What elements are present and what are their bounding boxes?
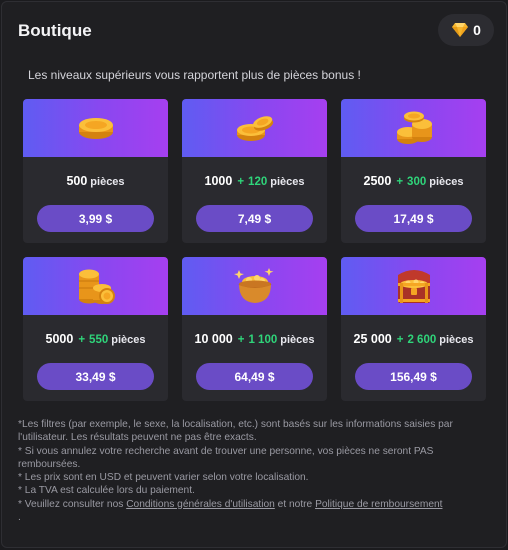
bonus-plus: + [237, 176, 245, 188]
package-header [182, 99, 327, 157]
bonus-plus: + [396, 176, 404, 188]
note-policies-suffix: . [18, 512, 21, 524]
note-policies-prefix: * Veuillez consulter nos [18, 498, 124, 510]
shop-panel: Boutique 0 Les niveaux supérieurs vous r… [1, 1, 507, 548]
bonus-coins: 550 [89, 334, 109, 346]
buy-button[interactable]: 17,49 $ [355, 205, 472, 232]
bonus-coins: 1 100 [248, 334, 278, 346]
package-card[interactable]: 2500 +300 pièces 17,49 $ [341, 99, 486, 243]
tall-coin-stacks-icon [76, 266, 116, 306]
coin-amount: 1000 +120 pièces [182, 174, 327, 188]
coin-amount: 500 pièces [23, 174, 168, 188]
coins-unit: pièces [439, 334, 474, 346]
bonus-plus: + [396, 334, 404, 346]
buy-button[interactable]: 156,49 $ [355, 363, 472, 390]
disclaimer-notes: *Les filtres (par exemple, le sexe, la l… [18, 418, 492, 524]
coins-unit: pièces [429, 176, 464, 188]
buy-button[interactable]: 33,49 $ [37, 363, 154, 390]
buy-button[interactable]: 3,99 $ [37, 205, 154, 232]
package-header [341, 257, 486, 315]
bonus-plus: + [78, 334, 86, 346]
package-header [23, 99, 168, 157]
diamond-icon [451, 22, 469, 38]
bonus-coins: 2 600 [407, 334, 437, 346]
package-card[interactable]: 10 000 +1 100 pièces 64,49 $ [182, 257, 327, 401]
treasure-chest-icon [394, 267, 434, 305]
coin-amount: 2500 +300 pièces [341, 174, 486, 188]
coin-pot-icon [233, 266, 277, 306]
page-title: Boutique [18, 21, 92, 40]
coin-amount: 25 000 +2 600 pièces [341, 332, 486, 346]
note-refund: * Si vous annulez votre recherche avant … [18, 445, 434, 470]
package-card[interactable]: 1000 +120 pièces 7,49 $ [182, 99, 327, 243]
terms-link[interactable]: Conditions générales d'utilisation [126, 499, 275, 510]
base-coins: 10 000 [194, 332, 233, 346]
refund-policy-link[interactable]: Politique de remboursement [315, 499, 442, 510]
single-coin-stack-icon [76, 113, 116, 143]
bonus-coins: 120 [248, 176, 268, 188]
bonus-info-text: Les niveaux supérieurs vous rapportent p… [28, 68, 361, 82]
coin-amount: 5000 +550 pièces [23, 332, 168, 346]
package-header [182, 257, 327, 315]
package-grid: 500 pièces 3,99 $ 1000 + 120 pièces 7,49… [23, 99, 486, 401]
coins-unit: pièces [90, 176, 125, 188]
base-coins: 500 [66, 174, 88, 188]
balance-count: 0 [473, 22, 481, 38]
package-header [23, 257, 168, 315]
note-policies-middle: et notre [277, 498, 313, 510]
coins-unit: pièces [280, 334, 315, 346]
coin-balance-badge[interactable]: 0 [438, 14, 494, 46]
coin-amount: 10 000 +1 100 pièces [182, 332, 327, 346]
package-card[interactable]: 5000 +550 pièces 33,49 $ [23, 257, 168, 401]
bonus-plus: + [237, 334, 245, 346]
note-policies: * Veuillez consulter nos Conditions géné… [18, 498, 492, 525]
package-card[interactable]: 25 000 +2 600 pièces 156,49 $ [341, 257, 486, 401]
bonus-coins: 300 [407, 176, 427, 188]
base-coins: 1000 [204, 174, 233, 188]
buy-button[interactable]: 7,49 $ [196, 205, 313, 232]
base-coins: 5000 [45, 332, 74, 346]
package-header [341, 99, 486, 157]
two-coins-icon [234, 111, 276, 145]
buy-button[interactable]: 64,49 $ [196, 363, 313, 390]
note-currency: * Les prix sont en USD et peuvent varier… [18, 472, 309, 484]
coins-unit: pièces [270, 176, 305, 188]
coin-stacks-icon [394, 110, 434, 146]
note-filters: *Les filtres (par exemple, le sexe, la l… [18, 419, 453, 444]
base-coins: 25 000 [353, 332, 392, 346]
package-card[interactable]: 500 pièces 3,99 $ [23, 99, 168, 243]
note-vat: * La TVA est calculée lors du paiement. [18, 485, 195, 497]
coins-unit: pièces [111, 334, 146, 346]
base-coins: 2500 [363, 174, 392, 188]
